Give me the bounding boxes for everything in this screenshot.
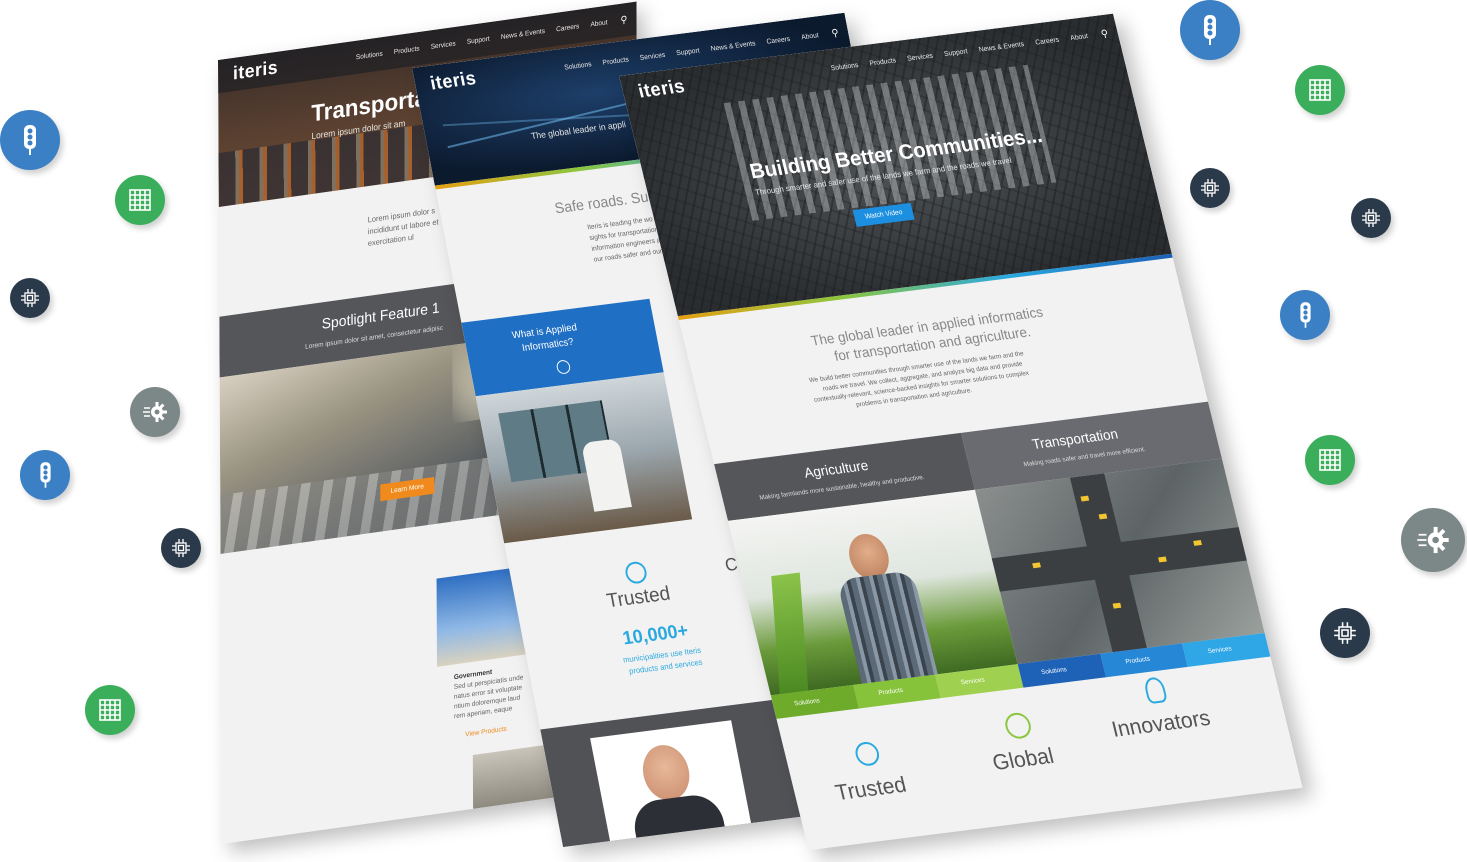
globe-icon — [1002, 711, 1034, 741]
view-products-link[interactable]: View Products — [465, 726, 507, 739]
intersection-photo — [974, 458, 1265, 665]
agriculture-subtitle: Making farmlands more sustainable, healt… — [758, 473, 926, 502]
front-nav-services[interactable]: Services — [906, 52, 933, 62]
front-nav-news[interactable]: News & Events — [978, 41, 1025, 54]
middle-nav-products[interactable]: Products — [602, 56, 629, 66]
play-button-icon[interactable] — [555, 359, 572, 375]
pillar-innovators: Innovators — [1109, 704, 1213, 742]
front-nav-careers[interactable]: Careers — [1035, 36, 1060, 46]
gear-icon — [1401, 508, 1465, 572]
pillar-trusted: Trusted — [832, 771, 909, 805]
back-nav-about[interactable]: About — [590, 19, 607, 28]
farmer-photo — [727, 489, 1018, 696]
control-room-photo — [475, 372, 693, 544]
middle-trusted: Trusted — [604, 582, 673, 613]
executive-portrait — [590, 720, 752, 842]
traffic-light-icon — [1280, 290, 1330, 340]
chip-icon — [1351, 198, 1391, 238]
search-icon[interactable]: ⚲ — [1100, 28, 1110, 40]
back-nav-solutions[interactable]: Solutions — [356, 50, 383, 61]
lightbulb-icon — [1142, 676, 1168, 705]
back-nav-news[interactable]: News & Events — [501, 28, 545, 41]
grid-icon — [115, 175, 165, 225]
chip-icon — [1190, 168, 1230, 208]
transportation-title: Transportation — [1030, 425, 1120, 452]
chip-icon — [1320, 608, 1370, 658]
gear-icon — [130, 387, 180, 437]
grid-icon — [85, 685, 135, 735]
back-nav-careers[interactable]: Careers — [556, 23, 579, 33]
middle-nav-news[interactable]: News & Events — [710, 40, 756, 53]
badge-check-icon — [623, 560, 649, 585]
back-logo[interactable]: iteris — [233, 58, 278, 86]
middle-nav-support[interactable]: Support — [676, 47, 700, 57]
front-nav-support[interactable]: Support — [943, 48, 968, 58]
middle-nav-careers[interactable]: Careers — [766, 35, 791, 45]
badge-check-icon — [853, 740, 882, 768]
back-nav-services[interactable]: Services — [431, 40, 456, 50]
back-nav-products[interactable]: Products — [394, 45, 420, 55]
middle-nav-solutions[interactable]: Solutions — [564, 61, 592, 71]
traffic-light-icon — [1180, 0, 1240, 60]
back-nav-support[interactable]: Support — [467, 35, 490, 45]
traffic-light-icon — [20, 450, 70, 500]
middle-logo[interactable]: iteris — [429, 68, 479, 95]
chip-icon — [10, 278, 50, 318]
traffic-light-icon — [0, 110, 60, 170]
middle-stat-value: 10,000+ — [620, 620, 690, 650]
search-icon[interactable]: ⚲ — [620, 14, 627, 26]
collage-stage: Transporta Lorem ipsum dolor sit am iter… — [0, 0, 1467, 862]
front-logo[interactable]: iteris — [636, 76, 687, 103]
middle-nav-about[interactable]: About — [801, 32, 820, 41]
front-nav-solutions[interactable]: Solutions — [830, 62, 859, 72]
middle-nav-services[interactable]: Services — [639, 51, 666, 61]
chip-icon — [161, 528, 201, 568]
grid-icon — [1305, 435, 1355, 485]
grid-icon — [1295, 65, 1345, 115]
applied-title-2: Informatics? — [521, 336, 575, 355]
search-icon[interactable]: ⚲ — [831, 27, 840, 39]
pillar-global: Global — [989, 742, 1057, 776]
front-nav-products[interactable]: Products — [869, 57, 897, 67]
back-hero-title: Transporta — [311, 84, 427, 128]
agriculture-title: Agriculture — [802, 457, 870, 481]
front-nav-about[interactable]: About — [1070, 33, 1089, 42]
